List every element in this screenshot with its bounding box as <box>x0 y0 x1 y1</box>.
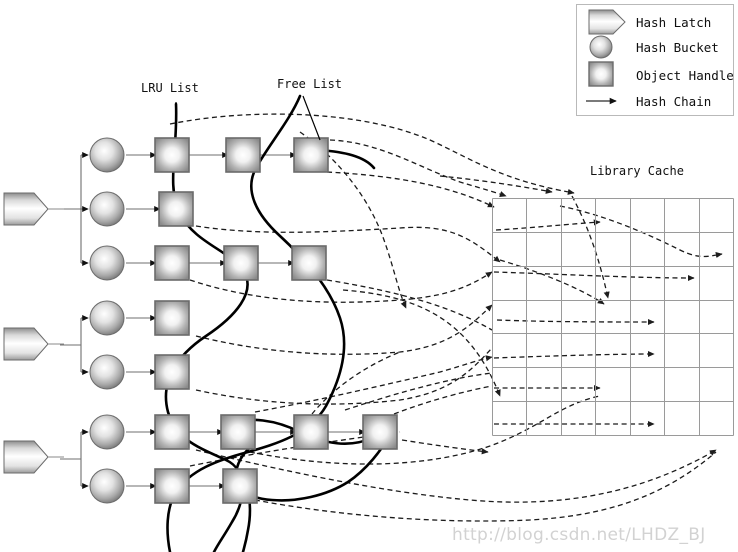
legend: Hash Latch Hash Bucket Object Handle Has… <box>576 4 734 116</box>
legend-label-hash-chain: Hash Chain <box>636 94 711 109</box>
object-handle-r6-c3 <box>293 414 329 450</box>
label-leader-lines <box>175 95 321 141</box>
hash-bucket-2 <box>89 191 125 227</box>
legend-label-object-handle: Object Handle <box>636 68 734 83</box>
hash-latch-1 <box>3 192 49 226</box>
hash-latch-3 <box>3 440 49 474</box>
legend-label-hash-latch: Hash Latch <box>636 15 711 30</box>
diagram-canvas: LRU List Free List Library Cache http://… <box>0 0 738 552</box>
object-handle-r3-c2 <box>223 245 259 281</box>
hash-bucket-1 <box>89 137 125 173</box>
object-handle-r7-c1 <box>154 468 190 504</box>
library-cache-architecture-diagram: LRU List Free List Library Cache http://… <box>3 4 734 552</box>
watermark-text: http://blog.csdn.net/LHDZ_BJ <box>452 525 706 545</box>
hash-buckets <box>89 137 125 504</box>
object-handle-r7-c2 <box>222 468 258 504</box>
object-handle-r2-c1 <box>158 191 194 227</box>
object-handle-r1-c3 <box>293 137 329 173</box>
object-handle-r6-c4 <box>362 414 398 450</box>
object-handle-r3-c3 <box>291 245 327 281</box>
hash-latch-2 <box>3 327 49 361</box>
object-handle-r1-c1 <box>154 137 190 173</box>
hash-latches <box>3 192 64 474</box>
object-handle-r4-c1 <box>154 300 190 336</box>
latch-bucket-connectors <box>60 151 89 490</box>
hash-bucket-6 <box>89 414 125 450</box>
legend-label-hash-bucket: Hash Bucket <box>636 40 719 55</box>
label-lru-list: LRU List <box>141 81 199 95</box>
object-handle-r3-c1 <box>154 245 190 281</box>
object-handle-r5-c1 <box>154 354 190 390</box>
object-handle-r1-c2 <box>225 137 261 173</box>
label-free-list: Free List <box>277 77 342 91</box>
object-handles <box>154 137 398 504</box>
hash-bucket-7 <box>89 468 125 504</box>
library-cache-grid <box>492 198 734 436</box>
hash-bucket-5 <box>89 354 125 390</box>
object-handle-icon <box>588 61 614 87</box>
hash-bucket-4 <box>89 300 125 336</box>
hash-bucket-3 <box>89 245 125 281</box>
object-handle-r6-c2 <box>220 414 256 450</box>
label-library-cache: Library Cache <box>590 164 684 178</box>
hash-bucket-icon <box>589 35 613 59</box>
object-handle-r6-c1 <box>154 414 190 450</box>
